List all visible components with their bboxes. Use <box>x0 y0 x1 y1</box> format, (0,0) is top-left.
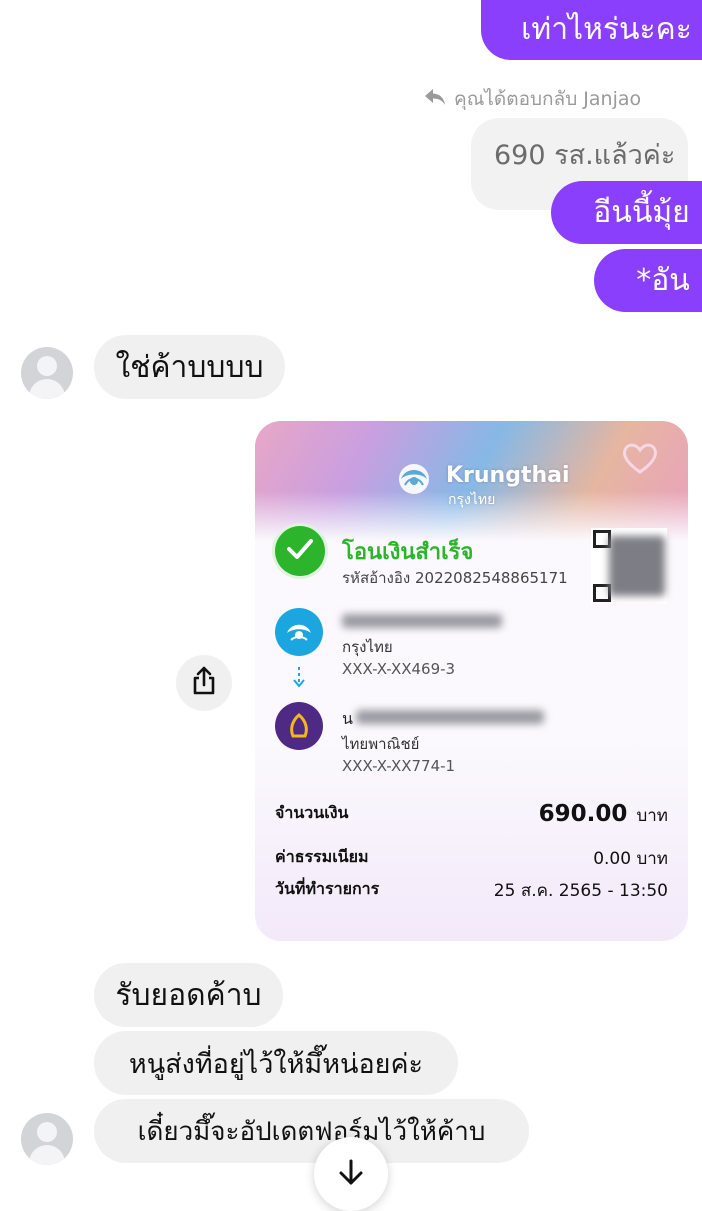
reply-note: คุณได้ตอบกลับ Janjao <box>424 86 641 112</box>
transfer-arrow-icon <box>291 666 307 694</box>
date-value: 25 ส.ค. 2565 - 13:50 <box>493 881 668 901</box>
avatar[interactable] <box>21 1113 73 1165</box>
incoming-message[interactable]: ใช่ค้าบบบบ <box>94 335 285 399</box>
amount-value: 690.00 <box>538 801 628 827</box>
amount-label: จำนวนเงิน <box>275 803 349 822</box>
fee-label: ค่าธรรมเนียม <box>275 847 369 866</box>
reference-line: รหัสอ้างอิง 2022082548865171 <box>342 566 568 590</box>
message-text: อีนนี้มุ้ย <box>593 194 690 230</box>
receiver-bank: ไทยพาณิชย์ <box>342 735 420 753</box>
outgoing-message[interactable]: อีนนี้มุ้ย <box>551 181 702 244</box>
sender-account: XXX-X-XX469-3 <box>342 660 456 678</box>
date-label: วันที่ทำรายการ <box>275 879 380 898</box>
outgoing-message[interactable]: เท่าไหร่นะคะ <box>481 0 702 60</box>
message-text: หนูส่งที่อยู่ไว้ให้มึ๊หน่อยค่ะ <box>128 1048 424 1080</box>
amount: 690.00 บาท <box>539 801 668 829</box>
sender-name-redacted <box>342 614 502 628</box>
reference-label: รหัสอ้างอิง <box>342 569 411 587</box>
message-text: รับยอดค้าบ <box>115 977 262 1013</box>
sender-bank: กรุงไทย <box>342 638 393 656</box>
incoming-message[interactable]: เดี๋ยวมึ๊จะอัปเดตฟอร์มไว้ให้ค้าบ <box>94 1099 529 1163</box>
share-button[interactable] <box>176 655 232 711</box>
reply-arrow-icon <box>424 88 446 111</box>
share-icon <box>191 666 217 700</box>
receiver-account: XXX-X-XX774-1 <box>342 757 456 775</box>
receiver-name-redacted <box>356 710 544 724</box>
message-text: *อัน <box>636 262 690 298</box>
reply-note-text: คุณได้ตอบกลับ Janjao <box>454 88 642 110</box>
message-text: ใช่ค้าบบบบ <box>115 349 264 385</box>
qr-code <box>591 528 667 604</box>
receiver-bank-logo <box>275 702 323 750</box>
krungthai-logo-icon <box>391 459 437 505</box>
quoted-message-text: 690 รส.แล้วค่ะ <box>494 140 676 171</box>
message-text: เดี๋ยวมึ๊จะอัปเดตฟอร์มไว้ให้ค้าบ <box>137 1116 486 1147</box>
success-badge <box>275 526 325 576</box>
incoming-message[interactable]: รับยอดค้าบ <box>94 963 283 1027</box>
transfer-status: โอนเงินสำเร็จ <box>342 540 474 565</box>
bank-name-th: กรุงไทย <box>448 492 496 508</box>
sender-bank-logo <box>275 608 323 656</box>
reference-number: 2022082548865171 <box>414 569 568 587</box>
outgoing-message[interactable]: *อัน <box>594 249 702 312</box>
fee-value: 0.00 บาท <box>593 849 668 869</box>
check-icon <box>286 538 314 564</box>
transfer-receipt-image[interactable]: Krungthai กรุงไทย โอนเงินสำเร็จ รหัสอ้าง… <box>255 421 688 941</box>
heart-icon <box>621 441 659 479</box>
bank-name-en: Krungthai <box>446 463 570 488</box>
message-text: เท่าไหร่นะคะ <box>521 12 692 47</box>
amount-unit: บาท <box>636 806 668 826</box>
avatar[interactable] <box>21 347 73 399</box>
receiver-initial: น <box>342 709 353 728</box>
arrow-down-icon <box>338 1159 364 1191</box>
incoming-message[interactable]: หนูส่งที่อยู่ไว้ให้มึ๊หน่อยค่ะ <box>94 1031 458 1095</box>
